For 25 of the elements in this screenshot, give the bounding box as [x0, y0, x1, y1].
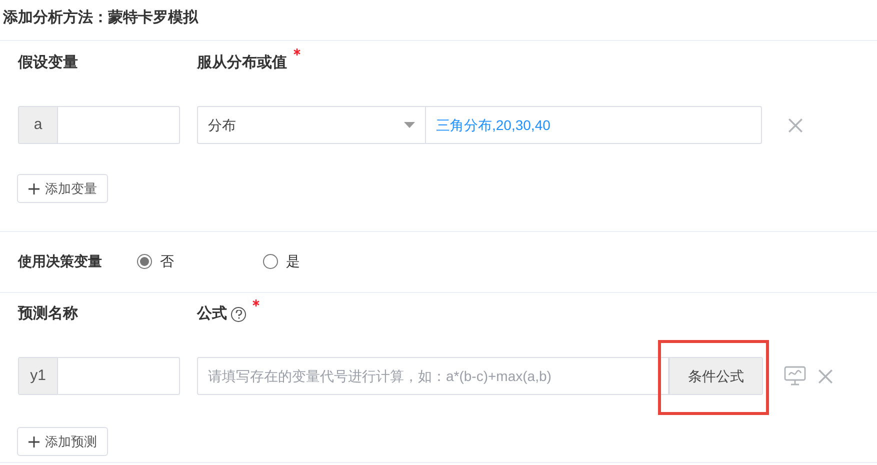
conditional-formula-button[interactable]: 条件公式 — [669, 357, 763, 395]
code-label: a — [19, 107, 58, 143]
radio-option[interactable]: 是 — [263, 250, 300, 272]
column-heading: 预测名称 — [18, 304, 78, 324]
radio-button[interactable] — [137, 254, 152, 268]
column-heading: 服从分布或值 — [197, 52, 287, 73]
column-heading: 假设变量 — [18, 52, 78, 73]
formula-field[interactable]: 请填写存在的变量代号进行计算，如：a*(b-c)+max(a,b) — [197, 357, 669, 395]
required-icon — [293, 48, 301, 56]
radio-option[interactable]: 否 — [137, 250, 263, 272]
radio-button[interactable] — [263, 254, 278, 268]
plus-icon — [28, 182, 40, 194]
help-icon[interactable] — [231, 306, 246, 322]
required-icon — [252, 298, 260, 307]
add-button[interactable]: 添加预测 — [17, 427, 108, 456]
caret-icon — [404, 122, 415, 128]
add-button[interactable]: 添加变量 — [17, 174, 108, 203]
code-field[interactable]: a — [18, 106, 180, 144]
code-label: y1 — [19, 358, 58, 394]
page-title: 添加分析方法：蒙特卡罗模拟 — [2, 8, 200, 28]
code-field[interactable]: y1 — [18, 357, 180, 395]
column-heading: 公式 — [197, 304, 227, 324]
field-label: 使用决策变量 — [18, 252, 103, 270]
distribution-dropdown[interactable]: 分布 — [197, 106, 426, 144]
plus-icon — [28, 436, 40, 448]
